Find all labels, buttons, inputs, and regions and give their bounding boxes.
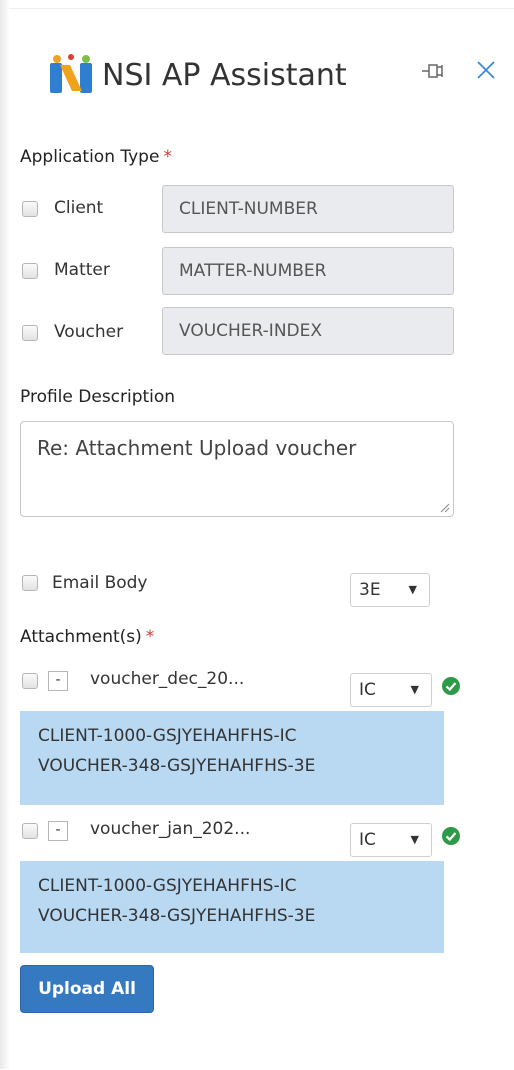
email-body-label: Email Body [52,573,148,593]
collapse-button[interactable]: - [48,671,68,691]
email-body-checkbox[interactable] [22,575,38,591]
check-success-icon [442,827,460,845]
attachment-checkbox[interactable] [22,823,38,839]
taskpane: NSI AP Assistant Application Type * Clien… [10,8,514,1070]
attachments-label: Attachment(s) * [20,627,155,647]
nsi-logo-icon [50,54,92,93]
check-success-icon [442,677,460,695]
matter-checkbox[interactable] [22,263,38,279]
application-type-label: Application Type * [20,147,172,167]
dropdown-arrow-icon: ▼ [408,583,417,596]
required-mark: * [163,147,172,167]
attachment-info-line: CLIENT-1000-GSJYEHAHFHS-IC [38,876,297,896]
client-number-field[interactable]: CLIENT-NUMBER [162,185,454,233]
profile-description-text: Re: Attachment Upload voucher [37,436,357,460]
voucher-checkbox[interactable] [22,325,38,341]
attachment-info-line: VOUCHER-348-GSJYEHAHFHS-3E [38,906,316,926]
upload-all-button[interactable]: Upload All [20,965,154,1013]
client-label: Client [54,198,104,218]
attachment-type-value: IC [359,680,376,700]
attachment-checkbox[interactable] [22,673,38,689]
attachment-type-select[interactable]: IC ▼ [350,823,432,857]
client-checkbox[interactable] [22,201,38,217]
taskpane-header: NSI AP Assistant [10,9,514,149]
attachment-type-select[interactable]: IC ▼ [350,673,432,707]
dropdown-arrow-icon: ▼ [410,833,419,846]
voucher-index-field[interactable]: VOUCHER-INDEX [162,307,454,355]
email-body-select[interactable]: 3E ▼ [350,573,430,607]
profile-description-label: Profile Description [20,387,176,407]
attachment-info-box: CLIENT-1000-GSJYEHAHFHS-IC VOUCHER-348-G… [20,711,444,805]
dropdown-arrow-icon: ▼ [410,683,419,696]
resize-grip-icon[interactable] [440,503,450,513]
required-mark: * [145,627,155,647]
app-title: NSI AP Assistant [102,58,347,93]
panel-shadow [0,0,10,1069]
profile-description-textarea[interactable]: Re: Attachment Upload voucher [20,421,454,517]
attachment-info-line: VOUCHER-348-GSJYEHAHFHS-3E [38,756,316,776]
attachment-type-value: IC [359,830,376,850]
pin-icon[interactable] [420,57,444,85]
email-body-select-value: 3E [359,580,381,600]
attachment-file-name: voucher_jan_202... [90,819,251,839]
attachment-info-box: CLIENT-1000-GSJYEHAHFHS-IC VOUCHER-348-G… [20,861,444,953]
matter-label: Matter [54,260,110,280]
close-icon[interactable] [472,55,500,85]
matter-number-field[interactable]: MATTER-NUMBER [162,247,454,295]
collapse-button[interactable]: - [48,821,68,841]
attachment-file-name: voucher_dec_20... [90,669,245,689]
voucher-label: Voucher [54,322,124,342]
attachment-info-line: CLIENT-1000-GSJYEHAHFHS-IC [38,726,297,746]
